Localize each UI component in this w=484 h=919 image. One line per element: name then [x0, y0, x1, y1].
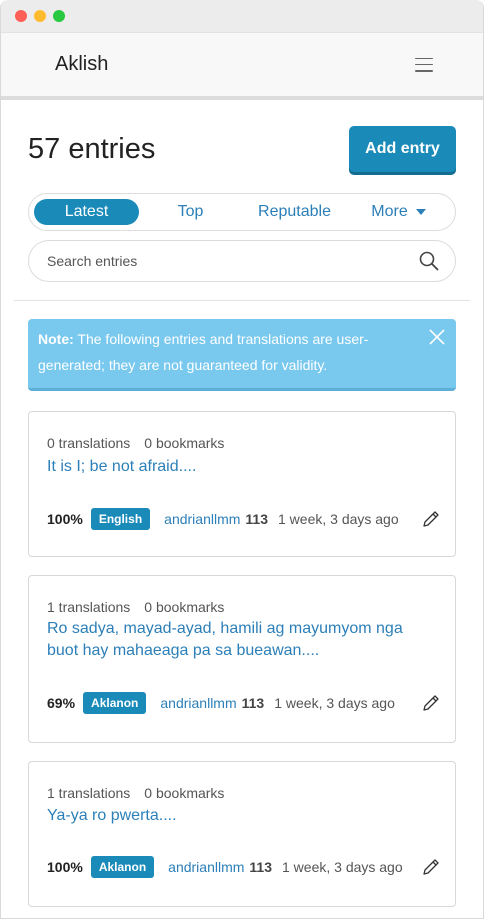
- hamburger-menu-icon[interactable]: [415, 57, 433, 72]
- user-link[interactable]: andrianllmm: [164, 511, 240, 527]
- page-header: 57 entries Add entry: [1, 126, 483, 172]
- entry-meta: 1 translations 0 bookmarks: [47, 599, 437, 615]
- rating-percent: 100%: [47, 859, 83, 875]
- entry-meta: 1 translations 0 bookmarks: [47, 785, 437, 801]
- entry-timestamp: 1 week, 3 days ago: [274, 695, 395, 711]
- disclaimer-alert: Note: The following entries and translat…: [28, 319, 456, 391]
- user-reputation: 113: [241, 695, 265, 711]
- entry-footer: 69% Aklanon andrianllmm 113 1 week, 3 da…: [47, 692, 441, 714]
- tab-reputable[interactable]: Reputable: [242, 199, 347, 225]
- title-bar: [1, 0, 483, 32]
- tab-latest[interactable]: Latest: [34, 199, 139, 225]
- bookmarks-count: 0 bookmarks: [144, 435, 225, 451]
- entry-title-link[interactable]: Ya-ya ro pwerta....: [47, 805, 437, 827]
- browser-window: Aklish 57 entries Add entry Latest Top R…: [0, 0, 484, 919]
- divider: [14, 300, 470, 301]
- entry-card[interactable]: 0 translations 0 bookmarks It is I; be n…: [28, 411, 456, 557]
- entry-title-link[interactable]: It is I; be not afraid....: [47, 456, 437, 478]
- maximize-window-button[interactable]: [53, 10, 65, 22]
- entry-footer: 100% Aklanon andrianllmm 113 1 week, 3 d…: [47, 856, 441, 878]
- user-reputation: 113: [249, 859, 272, 875]
- entries-count: 57 entries: [28, 132, 156, 165]
- entry-timestamp: 1 week, 3 days ago: [278, 511, 399, 527]
- bookmarks-count: 0 bookmarks: [144, 599, 225, 615]
- tab-more-dropdown[interactable]: More: [347, 199, 450, 225]
- sort-tabs: Latest Top Reputable More: [28, 193, 456, 231]
- pencil-icon[interactable]: [421, 509, 441, 529]
- user-reputation: 113: [245, 511, 268, 527]
- entry-card[interactable]: 1 translations 0 bookmarks Ro sadya, may…: [28, 575, 456, 743]
- close-icon[interactable]: [427, 327, 447, 347]
- note-text: The following entries and translations a…: [38, 331, 369, 373]
- caret-down-icon: [415, 209, 426, 215]
- tab-reputable-label: Reputable: [258, 203, 331, 220]
- minimize-window-button[interactable]: [34, 10, 46, 22]
- entry-timestamp: 1 week, 3 days ago: [282, 859, 403, 875]
- tab-top[interactable]: Top: [139, 199, 242, 225]
- note-label: Note:: [38, 331, 74, 347]
- entry-footer: 100% English andrianllmm 113 1 week, 3 d…: [47, 508, 441, 530]
- search-icon[interactable]: [419, 251, 439, 271]
- translations-count: 1 translations: [47, 599, 131, 615]
- tab-latest-label: Latest: [64, 203, 109, 220]
- tab-top-label: Top: [177, 203, 204, 220]
- tab-more-label: More: [371, 203, 408, 220]
- pencil-icon[interactable]: [421, 857, 441, 877]
- navbar: Aklish: [1, 32, 483, 100]
- entry-meta: 0 translations 0 bookmarks: [47, 435, 437, 451]
- user-link[interactable]: andrianllmm: [160, 695, 236, 711]
- translations-count: 1 translations: [47, 785, 131, 801]
- entry-card[interactable]: 1 translations 0 bookmarks Ya-ya ro pwer…: [28, 761, 456, 907]
- rating-percent: 69%: [47, 695, 76, 711]
- translations-count: 0 translations: [47, 435, 131, 451]
- pencil-icon[interactable]: [421, 693, 441, 713]
- user-link[interactable]: andrianllmm: [168, 859, 244, 875]
- bookmarks-count: 0 bookmarks: [144, 785, 225, 801]
- language-badge[interactable]: Aklanon: [90, 856, 155, 878]
- close-window-button[interactable]: [15, 10, 27, 22]
- brand-link[interactable]: Aklish: [55, 53, 108, 76]
- search-input[interactable]: [47, 253, 419, 269]
- language-badge[interactable]: English: [90, 508, 151, 530]
- entry-title-link[interactable]: Ro sadya, mayad-ayad, hamili ag mayumyom…: [47, 618, 437, 662]
- add-entry-button[interactable]: Add entry: [349, 126, 456, 172]
- search-bar: [28, 240, 456, 282]
- rating-percent: 100%: [47, 511, 83, 527]
- language-badge[interactable]: Aklanon: [83, 692, 147, 714]
